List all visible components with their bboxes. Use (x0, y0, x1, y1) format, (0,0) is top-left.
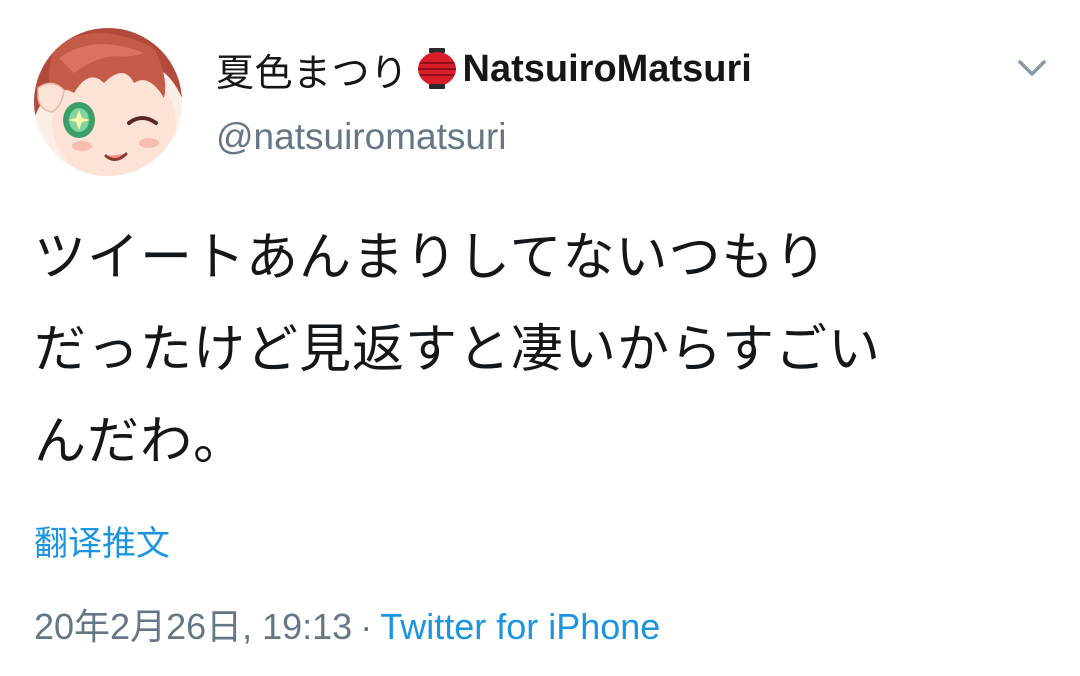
tweet-text-line: ツイートあんまりしてないつもり (34, 228, 828, 288)
chevron-down-icon[interactable] (1012, 52, 1052, 84)
translate-tweet-link[interactable]: 翻译推文 (34, 516, 170, 565)
tweet-card: 夏色まつり NatsuiroMatsuri @natsuiromatsuri ツ… (0, 0, 1080, 676)
display-name-en: NatsuiroMatsuri (462, 47, 752, 90)
tweet-text-line: だったけど見返すと凄いからすごい (34, 320, 881, 380)
tweet-meta: 20年2月26日, 19:13 · Twitter for iPhone (34, 598, 660, 650)
display-name: 夏色まつり (216, 50, 409, 95)
avatar[interactable] (34, 28, 182, 176)
meta-separator: · (360, 606, 373, 647)
red-paper-lantern-icon (417, 47, 457, 91)
tweet-timestamp[interactable]: 20年2月26日, 19:13 (34, 606, 352, 647)
tweet-text-line: んだわ。 (34, 412, 247, 472)
avatar-image (34, 28, 182, 176)
user-handle[interactable]: @natsuiromatsuri (216, 116, 507, 158)
tweet-text: ツイートあんまりしてないつもり だったけど見返すと凄いからすごい んだわ。 (34, 212, 1034, 488)
tweet-source-link[interactable]: Twitter for iPhone (380, 606, 660, 647)
display-name-row[interactable]: 夏色まつり NatsuiroMatsuri (216, 44, 752, 95)
